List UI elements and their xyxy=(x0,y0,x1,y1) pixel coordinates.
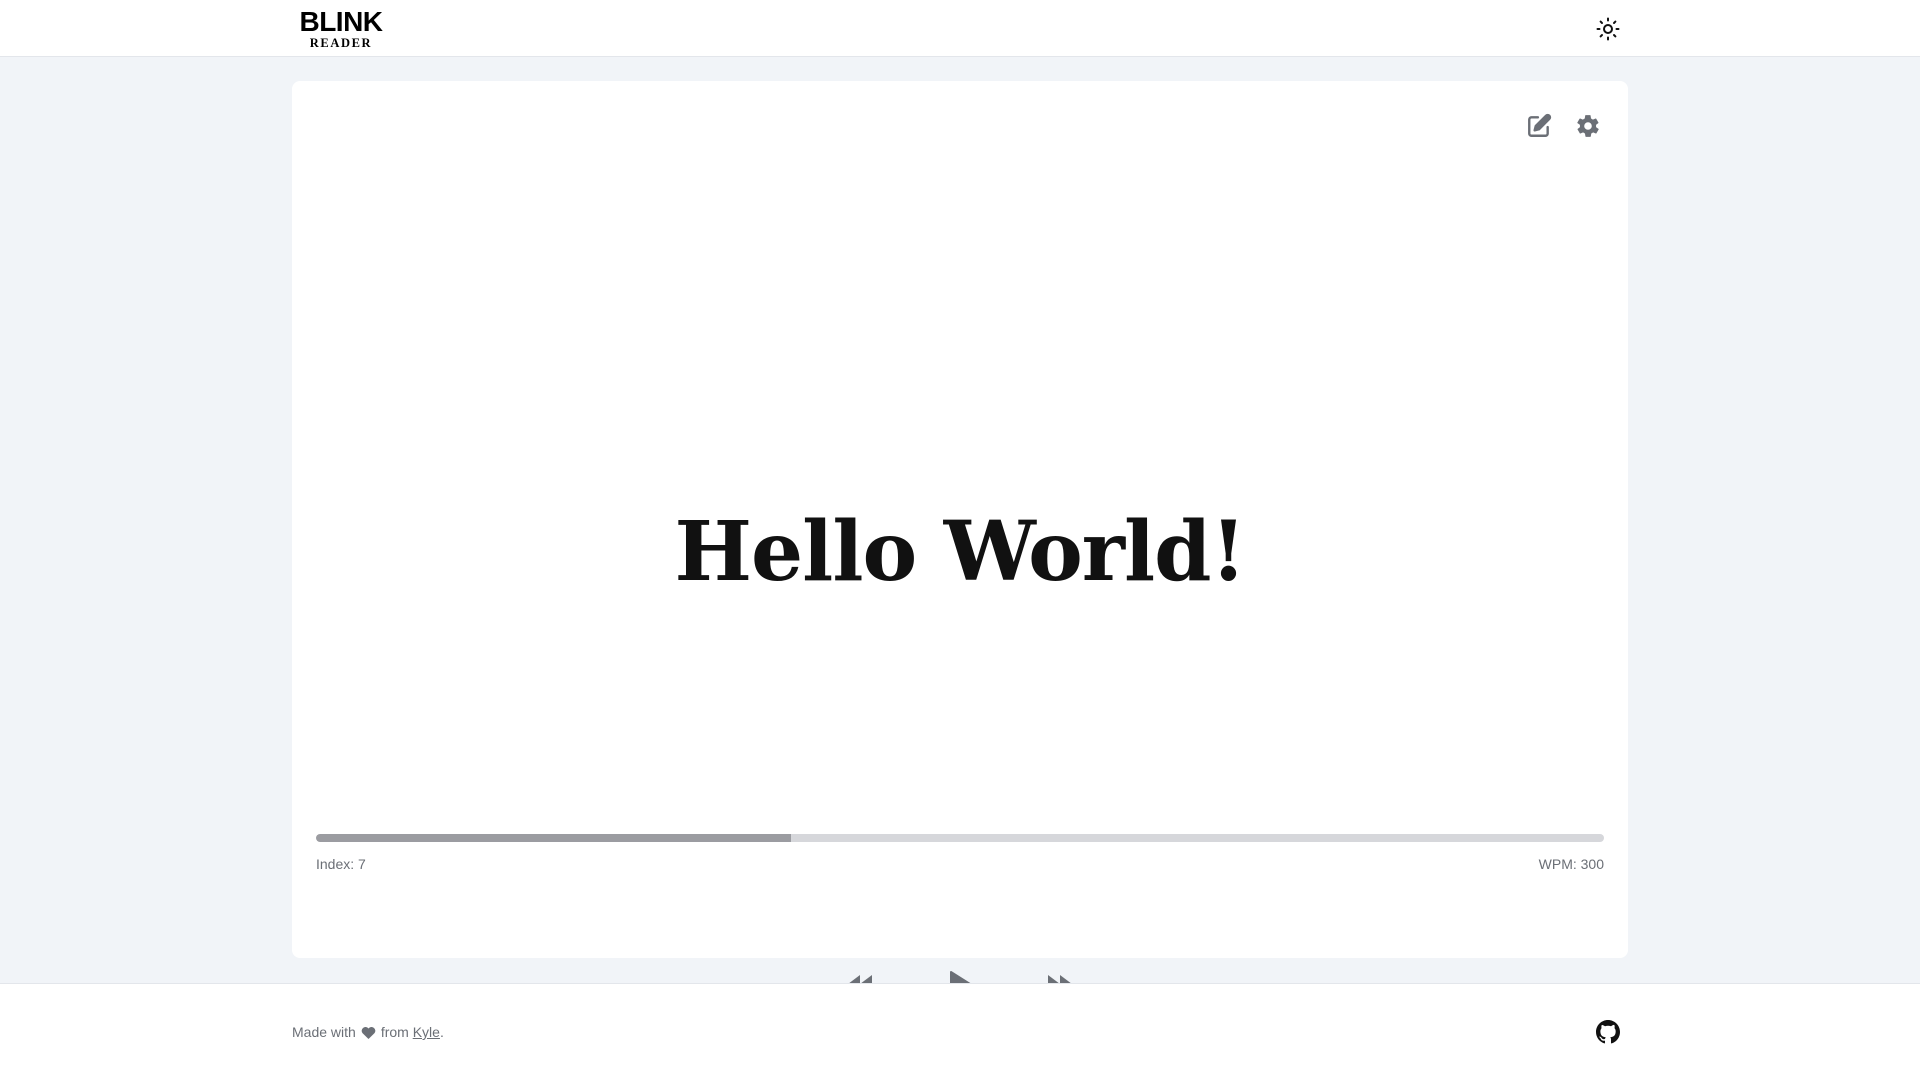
sun-icon xyxy=(1596,17,1620,41)
github-icon xyxy=(1596,1020,1620,1044)
footer: Made with from Kyle . xyxy=(0,983,1920,1080)
index-label: Index: 7 xyxy=(316,856,366,872)
wpm-label: WPM: 300 xyxy=(1538,856,1604,872)
logo[interactable]: BLINK READER xyxy=(291,8,391,50)
footer-credit: Made with from Kyle . xyxy=(292,1024,444,1040)
author-link[interactable]: Kyle xyxy=(413,1024,440,1040)
progress-fill xyxy=(316,834,792,842)
logo-subtitle: READER xyxy=(309,36,373,50)
footer-made-with: Made with xyxy=(292,1024,356,1040)
edit-text-button[interactable] xyxy=(1524,111,1553,140)
footer-from: from xyxy=(380,1024,409,1040)
reader-card: Hello World! Index: 7 WPM: 300 xyxy=(292,81,1628,997)
card-toolbar xyxy=(1524,111,1602,140)
current-word: Hello World! xyxy=(674,504,1247,600)
settings-button[interactable] xyxy=(1573,111,1602,140)
footer-period: . xyxy=(439,1024,444,1040)
gear-icon xyxy=(1576,114,1599,137)
heart-icon xyxy=(361,1026,376,1039)
theme-toggle-button[interactable] xyxy=(1594,15,1622,43)
github-link[interactable] xyxy=(1596,1020,1620,1044)
top-header: BLINK READER xyxy=(0,0,1920,57)
progress-bar[interactable] xyxy=(316,834,1604,842)
logo-title: BLINK xyxy=(299,6,383,37)
edit-icon xyxy=(1527,113,1551,137)
